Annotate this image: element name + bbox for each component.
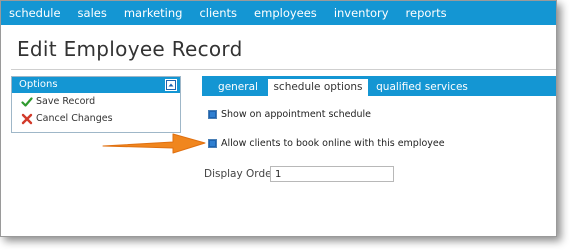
show-on-schedule-option[interactable]: Show on appointment schedule [208,109,371,120]
save-record-button[interactable]: Save Record [12,93,180,110]
nav-item-reports[interactable]: reports [397,1,455,25]
options-panel-title: Options [19,79,58,90]
annotation-arrow-icon [102,133,206,154]
display-order-label: Display Order: [204,168,280,180]
display-order-input[interactable] [270,166,394,182]
save-record-label: Save Record [36,96,96,107]
nav-item-clients[interactable]: clients [190,1,245,25]
options-panel: Options Save Record Cancel Changes [11,76,181,133]
cancel-changes-label: Cancel Changes [36,113,113,124]
collapse-icon[interactable] [165,79,177,91]
options-panel-header: Options [12,77,180,93]
tab-general[interactable]: general [210,79,266,96]
allow-online-booking-option[interactable]: Allow clients to book online with this e… [208,138,445,149]
nav-item-employees[interactable]: employees [245,1,325,25]
allow-online-booking-label: Allow clients to book online with this e… [221,138,445,149]
allow-online-booking-checkbox[interactable] [208,139,217,148]
checkmark-icon [21,96,33,108]
tab-bar: general schedule options qualified servi… [202,76,556,96]
tab-content: Show on appointment schedule Allow clien… [202,96,556,236]
app-window: schedule sales marketing clients employe… [0,0,557,237]
page-title: Edit Employee Record [17,37,243,61]
title-divider [11,69,556,70]
cancel-changes-button[interactable]: Cancel Changes [12,110,180,127]
top-navigation: schedule sales marketing clients employe… [1,1,556,25]
show-on-schedule-checkbox[interactable] [208,110,217,119]
nav-item-marketing[interactable]: marketing [115,1,191,25]
tab-schedule-options[interactable]: schedule options [268,79,368,96]
nav-item-inventory[interactable]: inventory [325,1,397,25]
show-on-schedule-label: Show on appointment schedule [221,109,372,120]
nav-item-sales[interactable]: sales [69,1,115,25]
tab-qualified-services[interactable]: qualified services [372,79,472,96]
x-icon [21,113,33,125]
nav-item-schedule[interactable]: schedule [1,1,69,25]
